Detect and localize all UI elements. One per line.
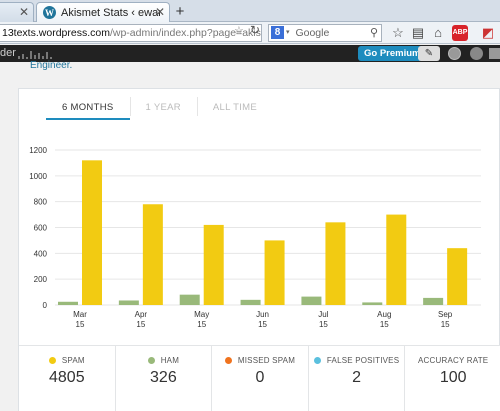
bar-ham	[362, 302, 383, 305]
tab-6-months[interactable]: 6 MONTHS	[46, 95, 130, 120]
stat-ham: HAM 326	[116, 346, 213, 411]
x-tick-label-year: 15	[258, 320, 267, 329]
stat-missed-spam: MISSED SPAM 0	[212, 346, 309, 411]
bar-spam	[386, 214, 407, 305]
go-premium-button[interactable]: Go Premium	[358, 46, 427, 61]
false-positives-dot-icon	[313, 357, 321, 364]
y-tick-label: 200	[34, 275, 48, 284]
range-tabs: 6 MONTHS 1 YEAR ALL TIME	[46, 95, 273, 120]
new-tab-button[interactable]: +	[172, 4, 188, 20]
stat-accuracy-rate: ACCURACY RATE 100	[405, 346, 500, 411]
spam-dot-icon	[48, 357, 56, 364]
tab-all-time[interactable]: ALL TIME	[196, 95, 273, 120]
stats-sparkline[interactable]	[18, 49, 52, 59]
x-tick-label-year: 15	[76, 320, 85, 329]
url-bar[interactable]: 13texts.wordpress.com/wp-admin/index.php…	[0, 24, 262, 42]
x-tick-label-year: 15	[380, 320, 389, 329]
tab-1-year[interactable]: 1 YEAR	[129, 95, 197, 120]
bar-ham	[179, 294, 200, 305]
x-tick-label-month: May	[194, 310, 209, 319]
akismet-stats-card: 6 MONTHS 1 YEAR ALL TIME 0 200 400 600 800 10…	[18, 88, 500, 411]
google-icon: 8	[271, 26, 284, 39]
y-tick-label: 1000	[29, 172, 47, 181]
y-tick-label: 0	[43, 301, 48, 310]
stat-value: 4805	[49, 369, 85, 386]
bar-spam	[447, 248, 468, 305]
y-tick-label: 1200	[29, 146, 47, 155]
y-tick-label: 600	[34, 224, 48, 233]
bar-spam	[142, 204, 163, 305]
browser-tab-bar: ✕ W Akismet Stats ‹ ewamaria201… ✕ +	[0, 0, 500, 22]
stat-label: MISSED SPAM	[237, 356, 296, 365]
bookmarks-icon[interactable]: ▤	[410, 25, 426, 41]
spam-ham-bar-chart: 020040060080010001200Mar15Apr15May15Jun1…	[29, 146, 481, 329]
new-post-pen-icon[interactable]: ✎	[418, 46, 440, 61]
page-text-fragment: Engineer.	[30, 60, 73, 71]
stat-label: ACCURACY RATE	[418, 356, 489, 365]
x-tick-label-month: Sep	[438, 310, 453, 319]
adblock-icon[interactable]: ABP	[452, 25, 468, 41]
stat-label: SPAM	[61, 356, 85, 365]
close-icon[interactable]: ✕	[19, 5, 29, 19]
x-tick-label-year: 15	[197, 320, 206, 329]
bar-ham	[118, 300, 139, 305]
stat-label: HAM	[160, 356, 180, 365]
stat-label: FALSE POSITIVES	[326, 356, 400, 365]
x-tick-label-month: Apr	[135, 310, 148, 319]
bar-ham	[301, 296, 322, 305]
stat-value: 100	[439, 369, 467, 386]
browser-tab-previous[interactable]: ✕	[0, 2, 34, 22]
bar-ham	[58, 301, 78, 305]
missed-spam-dot-icon	[224, 357, 232, 364]
stat-false-positives: FALSE POSITIVES 2	[309, 346, 406, 411]
browser-tab-label: Akismet Stats ‹ ewamaria201…	[61, 6, 161, 19]
notifications-icon[interactable]	[470, 47, 483, 60]
star-icon[interactable]: ☆	[390, 25, 406, 41]
bar-ham	[423, 297, 444, 305]
browser-tab-akismet[interactable]: W Akismet Stats ‹ ewamaria201… ✕	[36, 2, 170, 22]
search-icon[interactable]: ⚲	[370, 25, 378, 41]
bookmark-star-icon[interactable]: ☆	[234, 24, 244, 37]
x-tick-label-year: 15	[319, 320, 328, 329]
stat-spam: SPAM 4805	[19, 346, 116, 411]
search-input[interactable]: 8 ▾ Google ⚲	[268, 24, 382, 42]
browser-nav-bar: 13texts.wordpress.com/wp-admin/index.php…	[0, 22, 500, 44]
bar-spam	[264, 240, 285, 305]
stat-value: 326	[150, 369, 177, 386]
y-tick-label: 400	[34, 249, 48, 258]
close-icon[interactable]: ✕	[155, 5, 165, 19]
wp-admin-bar: der Go Premium ✎	[0, 45, 500, 62]
bar-spam	[82, 160, 102, 305]
admin-bar-reader-label[interactable]: der	[0, 47, 16, 59]
y-tick-label: 800	[34, 198, 48, 207]
x-tick-label-year: 15	[441, 320, 450, 329]
bar-spam	[325, 222, 346, 305]
x-tick-label-month: Aug	[377, 310, 391, 319]
bar-spam	[203, 224, 224, 305]
stat-value: 2	[352, 369, 362, 386]
stats-summary: SPAM 4805 HAM 326 MISSED SPAM 0 FALSE PO…	[19, 345, 500, 411]
avatar[interactable]	[448, 47, 461, 60]
x-tick-label-month: Mar	[73, 310, 87, 319]
x-tick-label-year: 15	[136, 320, 145, 329]
url-host: 13texts.wordpress.com	[2, 27, 110, 39]
ham-dot-icon	[147, 357, 155, 364]
search-placeholder: Google	[295, 27, 330, 39]
stat-value: 0	[255, 369, 265, 386]
wordpress-icon: W	[43, 6, 56, 19]
reload-icon[interactable]: ↻	[250, 23, 260, 37]
bar-ham	[240, 299, 261, 305]
x-tick-label-month: Jun	[256, 310, 269, 319]
search-dropdown-icon[interactable]: ▾	[286, 29, 290, 36]
menu-icon[interactable]	[489, 48, 500, 59]
extension-icon[interactable]: ◩	[480, 25, 496, 41]
x-tick-label-month: Jul	[318, 310, 328, 319]
home-icon[interactable]: ⌂	[430, 25, 446, 41]
